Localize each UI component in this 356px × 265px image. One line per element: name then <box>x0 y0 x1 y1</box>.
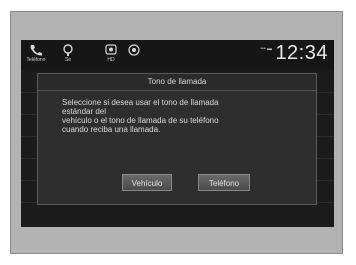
phone-label: Teléfono <box>26 57 46 63</box>
infotainment-screen: Teléfono Se HD ••• ▬ 12:34 Tono de llama… <box>21 40 334 227</box>
dialog-message-line: Seleccione si desea usar el tono de llam… <box>62 98 219 107</box>
dialog-message-line: cuando reciba una llamada. <box>62 125 161 134</box>
clock: 12:34 <box>275 42 328 64</box>
dialog-message-line: vehículo o el tono de llamada de su telé… <box>62 116 219 125</box>
dialog-title: Tono de llamada <box>38 74 316 91</box>
vehicle-button[interactable]: Vehículo <box>122 174 172 191</box>
phone-button[interactable]: Teléfono <box>198 174 250 191</box>
dialog-message-line: estándar del <box>62 107 107 116</box>
dialog-message: Seleccione si desea usar el tono de llam… <box>62 98 302 134</box>
ringtone-dialog: Tono de llamada Seleccione si desea usar… <box>37 73 317 205</box>
status-bar: Teléfono Se HD ••• ▬ 12:34 <box>21 40 334 70</box>
voice-label: Se <box>64 57 72 63</box>
hd-label: HD <box>107 57 115 63</box>
circle-icon[interactable] <box>123 44 145 66</box>
signal-indicator: ••• ▬ <box>260 46 272 52</box>
